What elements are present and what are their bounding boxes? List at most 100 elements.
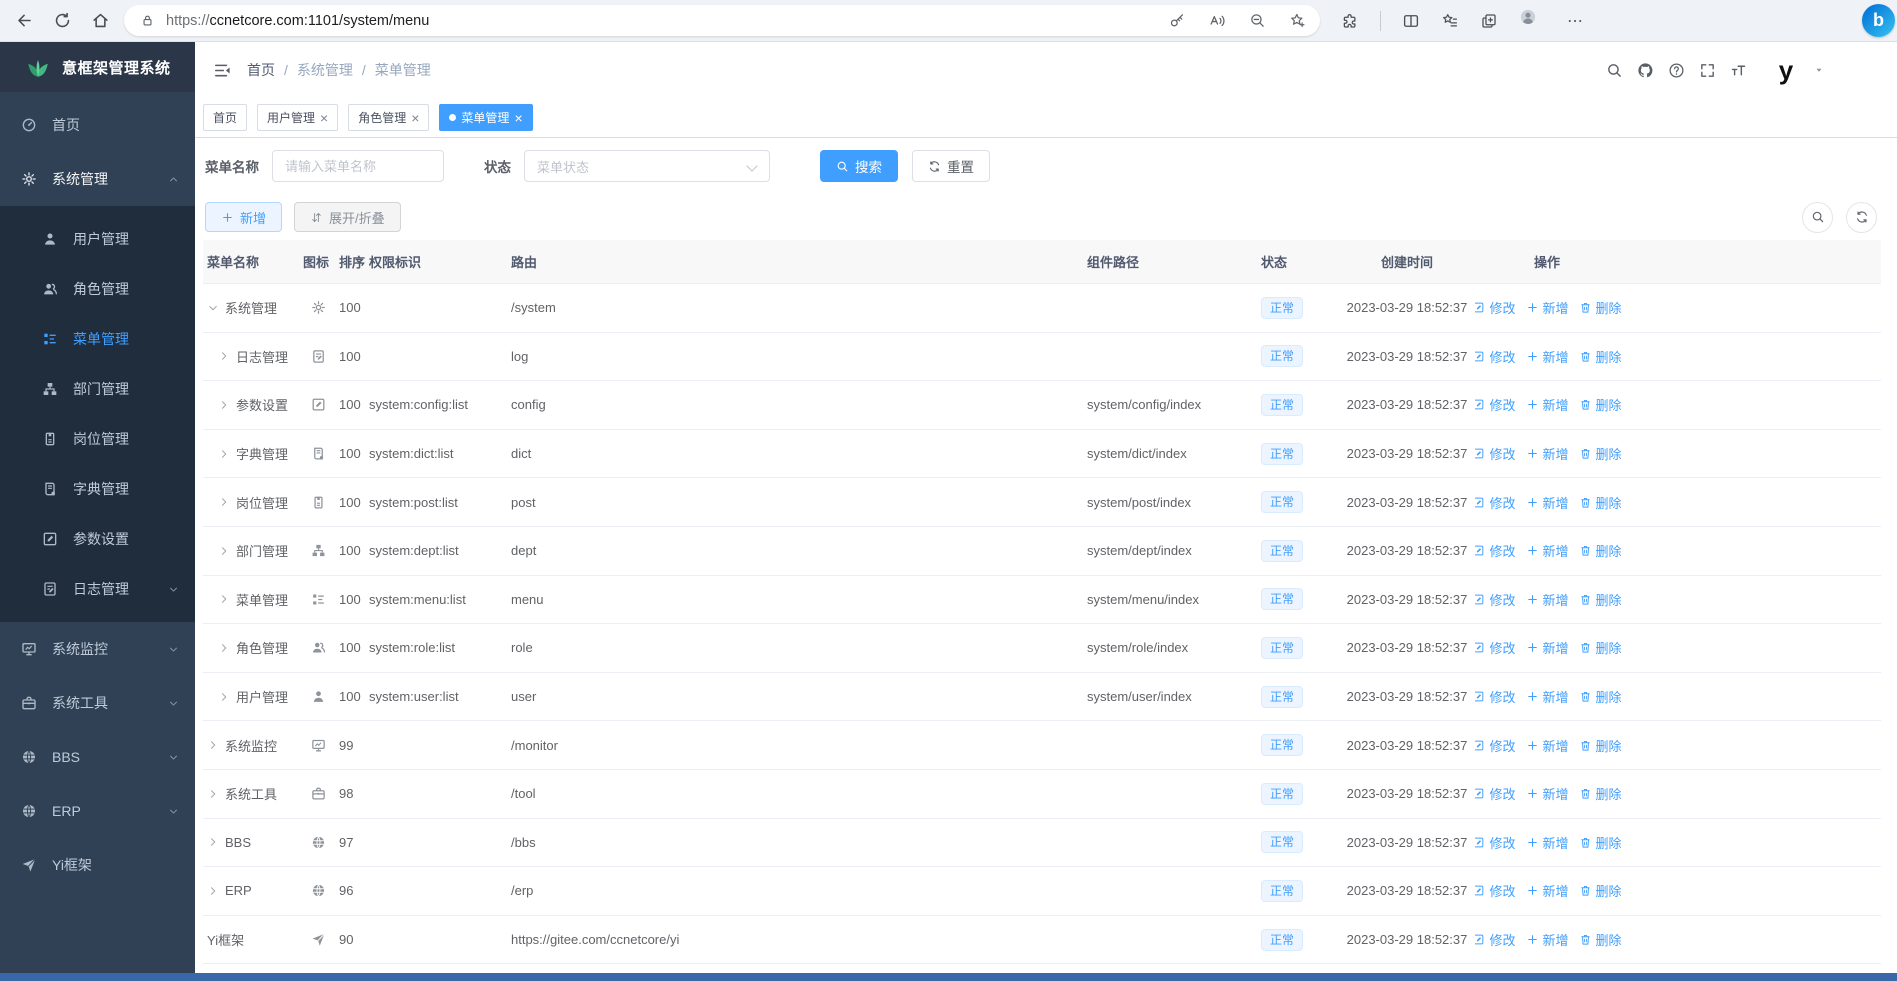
sidebar-item-dept[interactable]: 部门管理: [0, 364, 195, 414]
delete-link[interactable]: 删除: [1579, 833, 1622, 852]
delete-link[interactable]: 删除: [1579, 784, 1622, 803]
edit-link[interactable]: 修改: [1475, 638, 1516, 657]
edit-link[interactable]: 修改: [1475, 298, 1516, 317]
tree-toggle-icon[interactable]: [218, 545, 230, 557]
breadcrumb-item[interactable]: 首页: [247, 60, 275, 80]
sidebar-item-erp[interactable]: ERP: [0, 784, 195, 838]
github-icon[interactable]: [1637, 62, 1654, 79]
delete-link[interactable]: 删除: [1579, 444, 1622, 463]
refresh-circle-button[interactable]: [1846, 201, 1877, 233]
search-button[interactable]: 搜索: [820, 150, 898, 182]
sidebar-item-post[interactable]: 岗位管理: [0, 414, 195, 464]
question-icon[interactable]: [1668, 62, 1685, 79]
add-link[interactable]: 新增: [1526, 541, 1569, 560]
add-link[interactable]: 新增: [1526, 395, 1569, 414]
avatar[interactable]: y: [1771, 55, 1801, 85]
tab-用户管理[interactable]: 用户管理 ×: [257, 104, 339, 131]
add-link[interactable]: 新增: [1526, 638, 1569, 657]
add-link[interactable]: 新增: [1526, 347, 1569, 366]
tree-toggle-icon[interactable]: [207, 788, 219, 800]
add-link[interactable]: 新增: [1526, 736, 1569, 755]
zoom-out-icon[interactable]: [1249, 12, 1266, 29]
add-link[interactable]: 新增: [1526, 687, 1569, 706]
status-select[interactable]: 菜单状态: [524, 150, 770, 182]
search-circle-button[interactable]: [1802, 201, 1833, 233]
delete-link[interactable]: 删除: [1579, 590, 1622, 609]
expand-collapse-button[interactable]: 展开/折叠: [294, 202, 401, 232]
tab-菜单管理[interactable]: 菜单管理 ×: [439, 104, 533, 131]
split-screen-icon[interactable]: [1402, 12, 1420, 30]
sidebar-item-menu[interactable]: 菜单管理: [0, 314, 195, 364]
tree-toggle-icon[interactable]: [218, 350, 230, 362]
collections-icon[interactable]: [1441, 12, 1459, 30]
edit-link[interactable]: 修改: [1475, 590, 1516, 609]
delete-link[interactable]: 删除: [1579, 541, 1622, 560]
key-icon[interactable]: [1169, 12, 1186, 29]
delete-link[interactable]: 删除: [1579, 347, 1622, 366]
add-link[interactable]: 新增: [1526, 930, 1569, 949]
more-icon[interactable]: [1566, 12, 1584, 30]
tab-角色管理[interactable]: 角色管理 ×: [348, 104, 430, 131]
delete-link[interactable]: 删除: [1579, 395, 1622, 414]
close-icon[interactable]: ×: [320, 111, 328, 125]
edit-link[interactable]: 修改: [1475, 395, 1516, 414]
close-icon[interactable]: ×: [514, 111, 522, 125]
copy-icon[interactable]: [1480, 12, 1498, 30]
tree-toggle-icon[interactable]: [218, 691, 230, 703]
edit-link[interactable]: 修改: [1475, 881, 1516, 900]
bing-chat-icon[interactable]: b: [1862, 4, 1895, 37]
reset-button[interactable]: 重置: [912, 150, 990, 182]
tree-toggle-icon[interactable]: [218, 399, 230, 411]
edit-link[interactable]: 修改: [1475, 930, 1516, 949]
back-icon[interactable]: [15, 11, 34, 30]
edit-link[interactable]: 修改: [1475, 444, 1516, 463]
edit-link[interactable]: 修改: [1475, 541, 1516, 560]
add-button[interactable]: 新增: [205, 202, 283, 232]
delete-link[interactable]: 删除: [1579, 736, 1622, 755]
sidebar-item-log[interactable]: 日志管理: [0, 564, 195, 614]
menu-name-input[interactable]: [272, 150, 444, 182]
delete-link[interactable]: 删除: [1579, 298, 1622, 317]
fullscreen-icon[interactable]: [1699, 62, 1716, 79]
sidebar-item-system[interactable]: 系统管理: [0, 152, 195, 206]
search-icon[interactable]: [1606, 62, 1623, 79]
edit-link[interactable]: 修改: [1475, 833, 1516, 852]
sidebar-item-monitor[interactable]: 系统监控: [0, 622, 195, 676]
tree-toggle-icon[interactable]: [218, 448, 230, 460]
tree-toggle-icon[interactable]: [207, 302, 219, 314]
add-link[interactable]: 新增: [1526, 493, 1569, 512]
tree-toggle-icon[interactable]: [207, 739, 219, 751]
address-bar[interactable]: https://ccnetcore.com:1101/system/menu: [124, 5, 1320, 36]
tree-toggle-icon[interactable]: [218, 593, 230, 605]
edit-link[interactable]: 修改: [1475, 493, 1516, 512]
sidebar-item-config[interactable]: 参数设置: [0, 514, 195, 564]
sidebar-item-user[interactable]: 用户管理: [0, 214, 195, 264]
close-icon[interactable]: ×: [411, 111, 419, 125]
sidebar-item-tool[interactable]: 系统工具: [0, 676, 195, 730]
add-link[interactable]: 新增: [1526, 881, 1569, 900]
star-plus-icon[interactable]: [1289, 12, 1306, 29]
delete-link[interactable]: 删除: [1579, 638, 1622, 657]
reload-icon[interactable]: [53, 11, 72, 30]
read-aloud-icon[interactable]: [1209, 12, 1226, 29]
sidebar-item-role[interactable]: 角色管理: [0, 264, 195, 314]
edit-link[interactable]: 修改: [1475, 347, 1516, 366]
add-link[interactable]: 新增: [1526, 833, 1569, 852]
url-text[interactable]: https://ccnetcore.com:1101/system/menu: [166, 13, 429, 29]
tree-toggle-icon[interactable]: [218, 496, 230, 508]
tree-toggle-icon[interactable]: [218, 642, 230, 654]
sidebar-item-dict[interactable]: 字典管理: [0, 464, 195, 514]
delete-link[interactable]: 删除: [1579, 881, 1622, 900]
hamburger-icon[interactable]: [213, 61, 232, 80]
delete-link[interactable]: 删除: [1579, 930, 1622, 949]
edit-link[interactable]: 修改: [1475, 736, 1516, 755]
profile-icon[interactable]: [1519, 8, 1545, 34]
delete-link[interactable]: 删除: [1579, 493, 1622, 512]
add-link[interactable]: 新增: [1526, 784, 1569, 803]
sidebar-item-yi[interactable]: Yi框架: [0, 838, 195, 892]
add-link[interactable]: 新增: [1526, 590, 1569, 609]
tree-toggle-icon[interactable]: [207, 885, 219, 897]
edit-link[interactable]: 修改: [1475, 784, 1516, 803]
font-size-icon[interactable]: [1730, 62, 1747, 79]
extensions-icon[interactable]: [1341, 12, 1359, 30]
